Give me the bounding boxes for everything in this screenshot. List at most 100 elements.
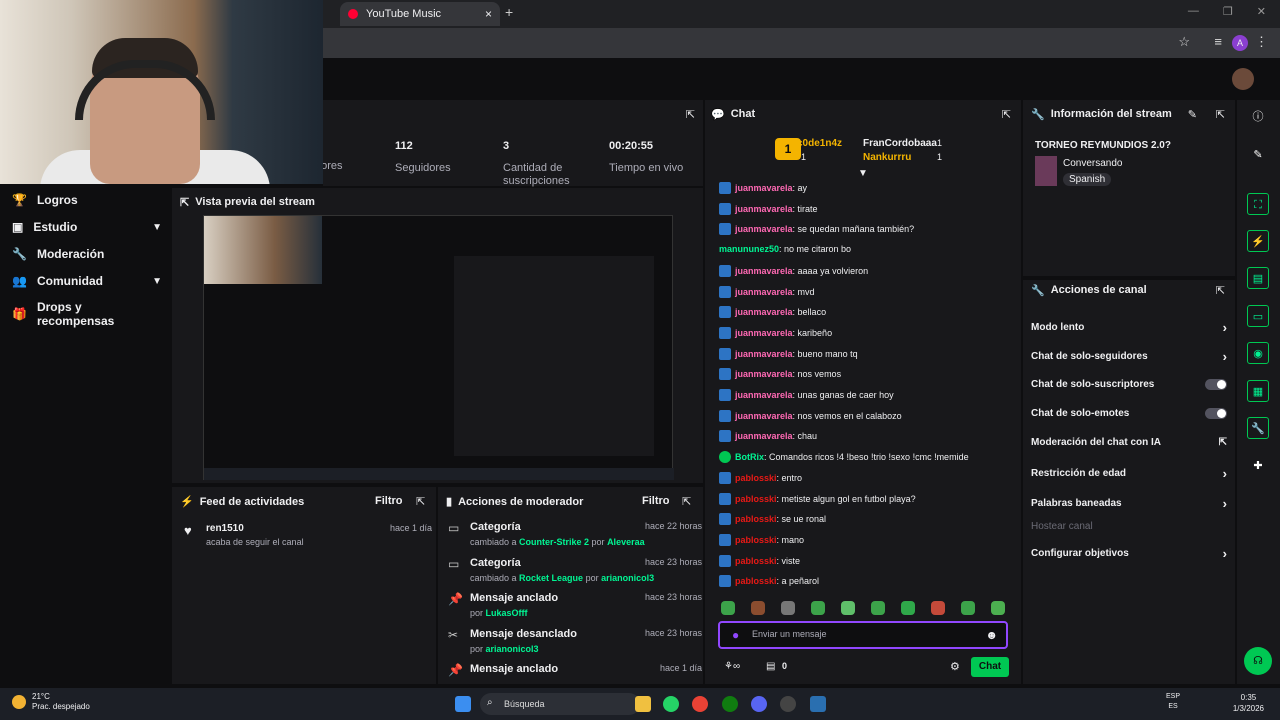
- chat-username[interactable]: juanmavarela: [735, 328, 793, 338]
- maximize-icon[interactable]: ❐: [1223, 5, 1233, 18]
- chat-username[interactable]: BotRix: [735, 452, 764, 462]
- filter-button[interactable]: Filtro: [375, 495, 403, 507]
- popout-icon[interactable]: ⇱: [416, 495, 425, 508]
- stream-preview-video[interactable]: [203, 215, 674, 480]
- channel-action-item[interactable]: Chat de solo-suscriptores: [1031, 379, 1227, 390]
- chat-username[interactable]: juanmavarela: [735, 287, 793, 297]
- channel-action-item[interactable]: Restricción de edad ›: [1031, 466, 1227, 481]
- weather-widget[interactable]: 21°C Prac. despejado: [12, 692, 90, 712]
- channel-action-item[interactable]: Chat de solo-seguidores ›: [1031, 349, 1227, 364]
- obs-icon[interactable]: [780, 696, 796, 712]
- bits-icon[interactable]: ⚘∞: [724, 661, 740, 672]
- chat-username[interactable]: juanmavarela: [735, 349, 793, 359]
- media-icon[interactable]: ≡: [1214, 34, 1222, 49]
- channel-action-item[interactable]: Modo lento ›: [1031, 320, 1227, 335]
- fullscreen-icon[interactable]: ⛶: [1247, 193, 1269, 215]
- channel-action-item[interactable]: Palabras baneadas ›: [1031, 496, 1227, 511]
- layout-icon[interactable]: ▦: [1247, 380, 1269, 402]
- detail-target[interactable]: Counter-Strike 2: [519, 537, 589, 547]
- toggle-switch[interactable]: [1205, 408, 1227, 419]
- edit-pencil-icon[interactable]: ✎: [1188, 108, 1197, 121]
- user-avatar[interactable]: [1232, 68, 1254, 90]
- system-clock[interactable]: 0:35 1/3/2026: [1233, 692, 1264, 714]
- wrench-icon[interactable]: 🔧: [1247, 417, 1269, 439]
- chat-username[interactable]: juanmavarela: [735, 204, 793, 214]
- chat-username[interactable]: pablosski: [735, 535, 777, 545]
- list-icon[interactable]: ▤: [1247, 267, 1269, 289]
- chat-input[interactable]: ● Enviar un mensaje ☻: [718, 621, 1008, 649]
- stream-tag[interactable]: Spanish: [1063, 173, 1112, 186]
- chat-username[interactable]: juanmavarela: [735, 183, 793, 193]
- bookmark-star-icon[interactable]: ☆: [1178, 34, 1190, 50]
- detail-user[interactable]: arianonicol3: [601, 573, 654, 583]
- pencil-icon[interactable]: ✎: [1247, 144, 1269, 166]
- help-icon[interactable]: ☊: [1244, 647, 1272, 675]
- chat-username[interactable]: pablosski: [735, 556, 777, 566]
- detail-target[interactable]: arianonicol3: [486, 644, 539, 654]
- add-widget-icon[interactable]: ✚: [1247, 455, 1269, 477]
- discord-icon[interactable]: [751, 696, 767, 712]
- browser-tab[interactable]: YouTube Music ×: [340, 2, 500, 26]
- chat-username[interactable]: juanmavarela: [735, 431, 793, 441]
- sidebar-item-estudio[interactable]: ▣ Estudio ▼: [12, 220, 162, 234]
- popout-icon[interactable]: ⇱: [1216, 284, 1225, 297]
- channel-action-item[interactable]: Moderación del chat con IA ⇱: [1031, 437, 1227, 448]
- emote-icon[interactable]: [811, 601, 825, 615]
- popout-icon[interactable]: ⇱: [682, 495, 691, 508]
- emote-icon[interactable]: [991, 601, 1005, 615]
- filter-button[interactable]: Filtro: [642, 495, 670, 507]
- detail-target[interactable]: Rocket League: [519, 573, 583, 583]
- sidebar-item-comunidad[interactable]: 👥 Comunidad ▼: [12, 274, 162, 288]
- channel-action-item[interactable]: Hostear canal: [1031, 521, 1227, 532]
- detail-target[interactable]: LukasOfff: [486, 608, 528, 618]
- chat-username[interactable]: juanmavarela: [735, 369, 793, 379]
- popout-icon[interactable]: ⇱: [1216, 108, 1225, 121]
- popout-icon[interactable]: ⇱: [180, 196, 189, 209]
- detail-user[interactable]: Aleveraa: [607, 537, 645, 547]
- language-indicator[interactable]: ESP ES: [1166, 692, 1180, 712]
- emote-icon[interactable]: [961, 601, 975, 615]
- emote-icon[interactable]: [931, 601, 945, 615]
- emote-icon[interactable]: [781, 601, 795, 615]
- tab-close-icon[interactable]: ×: [485, 7, 492, 21]
- chat-username[interactable]: pablosski: [735, 473, 777, 483]
- sidebar-item-moderacion[interactable]: 🔧 Moderación: [12, 247, 162, 261]
- lightning-icon[interactable]: ⚡: [1247, 230, 1269, 252]
- broadcast-icon[interactable]: ◉: [1247, 342, 1269, 364]
- chat-username[interactable]: juanmavarela: [735, 224, 793, 234]
- app-icon[interactable]: [810, 696, 826, 712]
- emote-icon[interactable]: [901, 601, 915, 615]
- feed-user[interactable]: ren1510: [206, 523, 244, 534]
- windows-start-icon[interactable]: [455, 696, 471, 712]
- chat-settings-gear-icon[interactable]: ⚙: [950, 660, 960, 673]
- chat-username[interactable]: juanmavarela: [735, 307, 793, 317]
- chat-username[interactable]: pablosski: [735, 514, 777, 524]
- sidebar-item-logros[interactable]: 🏆 Logros: [12, 193, 162, 207]
- file-explorer-icon[interactable]: [635, 696, 651, 712]
- browser-menu-icon[interactable]: ⋮: [1255, 34, 1268, 50]
- stream-category[interactable]: Conversando: [1063, 158, 1122, 169]
- chat-icon[interactable]: ▭: [1247, 305, 1269, 327]
- xbox-icon[interactable]: [722, 696, 738, 712]
- toggle-switch[interactable]: [1205, 379, 1227, 390]
- chat-username[interactable]: pablosski: [735, 576, 777, 586]
- channel-action-item[interactable]: Configurar objetivos ›: [1031, 546, 1227, 561]
- sidebar-item-drops[interactable]: 🎁 Drops y recompensas: [12, 300, 162, 328]
- emote-icon[interactable]: [721, 601, 735, 615]
- send-chat-button[interactable]: Chat: [971, 657, 1009, 677]
- emote-picker-icon[interactable]: ☻: [985, 628, 998, 642]
- emote-icon[interactable]: [871, 601, 885, 615]
- profile-avatar[interactable]: A: [1232, 35, 1248, 51]
- channel-action-item[interactable]: Chat de solo-emotes: [1031, 408, 1227, 419]
- new-tab-button[interactable]: +: [505, 4, 513, 20]
- chat-username[interactable]: manununez50: [719, 244, 779, 254]
- chrome-icon[interactable]: [692, 696, 708, 712]
- chat-username[interactable]: juanmavarela: [735, 390, 793, 400]
- minimize-icon[interactable]: —: [1188, 5, 1199, 18]
- chat-username[interactable]: juanmavarela: [735, 411, 793, 421]
- close-window-icon[interactable]: ✕: [1257, 5, 1266, 18]
- chat-username[interactable]: juanmavarela: [735, 266, 793, 276]
- taskbar-search[interactable]: Búsqueda: [480, 693, 640, 715]
- emote-icon[interactable]: [841, 601, 855, 615]
- mic-icon[interactable]: ●: [732, 628, 739, 642]
